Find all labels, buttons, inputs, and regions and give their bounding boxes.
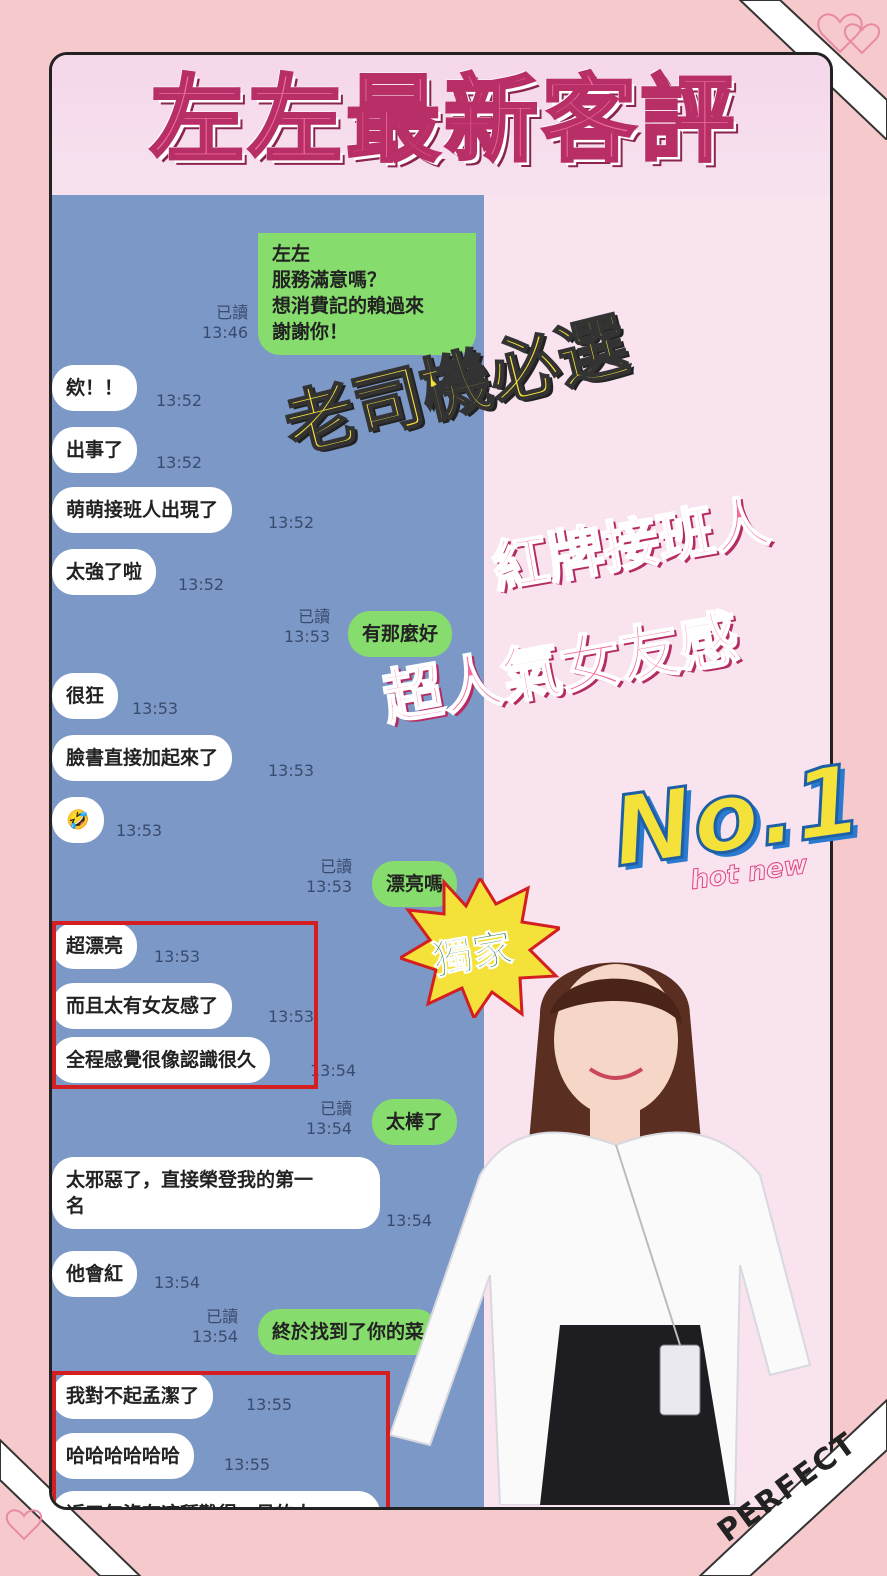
message-time: 13:52 bbox=[178, 575, 225, 594]
chat-bubble-incoming: 🤣 bbox=[52, 797, 104, 843]
message-time: 13:53 bbox=[268, 761, 315, 780]
message-time: 13:52 bbox=[156, 391, 203, 410]
message-time: 13:54 bbox=[154, 1273, 201, 1292]
chat-bubble-incoming: 出事了 bbox=[52, 427, 138, 473]
chat-bubble-incoming: 他會紅 bbox=[52, 1251, 138, 1297]
read-receipt: 已讀 13:54 bbox=[192, 1307, 239, 1346]
chat-bubble-incoming: 太強了啦 bbox=[52, 549, 157, 595]
highlight-box bbox=[52, 921, 318, 1089]
message-time: 13:53 bbox=[132, 699, 179, 718]
message-time: 13:53 bbox=[116, 821, 163, 840]
page-title: 左左最新客評 bbox=[148, 65, 738, 177]
read-receipt: 已讀 13:54 bbox=[306, 1099, 353, 1138]
message-time: 13:52 bbox=[156, 453, 203, 472]
highlight-box bbox=[52, 1371, 390, 1507]
message-time: 13:52 bbox=[268, 513, 315, 532]
chat-bubble-incoming: 萌萌接班人出現了 bbox=[52, 487, 233, 533]
read-receipt: 已讀 13:53 bbox=[306, 857, 353, 896]
read-receipt: 已讀 13:46 bbox=[202, 303, 249, 342]
chat-bubble-incoming: 臉書直接加起來了 bbox=[52, 735, 233, 781]
chat-bubble-incoming: 太邪惡了，直接榮登我的第一 名 bbox=[52, 1157, 380, 1229]
chat-bubble-incoming: 很狂 bbox=[52, 673, 119, 719]
chat-bubble-incoming: 欸！！ bbox=[52, 365, 138, 411]
read-receipt: 已讀 13:53 bbox=[284, 607, 331, 646]
title-band: 左左最新客評 bbox=[52, 55, 830, 195]
